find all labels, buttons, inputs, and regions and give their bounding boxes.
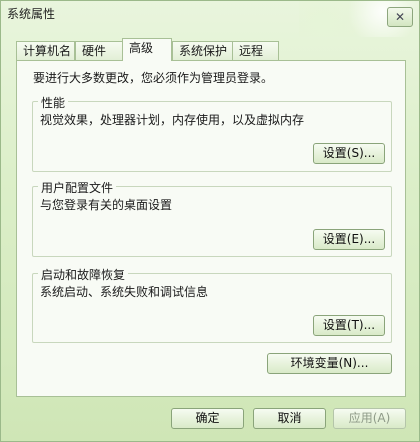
tab-advanced[interactable]: 高级: [122, 38, 172, 61]
tab-label: 硬件: [82, 44, 107, 58]
window-title: 系统属性: [7, 7, 56, 21]
startup-recovery-settings-button[interactable]: 设置(T)...: [313, 315, 385, 336]
system-properties-window: 系统属性 ✕ 计算机名 硬件 高级 系统保护 远程 要进行大多数更改，您必须作为…: [0, 0, 420, 442]
tab-label: 计算机名: [23, 44, 72, 58]
tab-system-protection[interactable]: 系统保护: [172, 41, 233, 60]
tab-remote[interactable]: 远程: [232, 41, 279, 60]
tab-computer-name[interactable]: 计算机名: [16, 41, 75, 60]
tab-label: 远程: [239, 44, 264, 58]
startup-recovery-group: 启动和故障恢复 系统启动、系统失败和调试信息 设置(T)...: [32, 266, 392, 343]
startup-recovery-description: 系统启动、系统失败和调试信息: [40, 285, 209, 299]
environment-variables-button[interactable]: 环境变量(N)...: [267, 353, 392, 374]
apply-button[interactable]: 应用(A): [333, 408, 406, 429]
performance-settings-button[interactable]: 设置(S)...: [313, 143, 385, 164]
performance-description: 视觉效果，处理器计划，内存使用，以及虚拟内存: [40, 113, 305, 127]
tab-hardware[interactable]: 硬件: [75, 41, 123, 60]
user-profiles-settings-button[interactable]: 设置(E)...: [313, 229, 385, 250]
performance-group: 性能 视觉效果，处理器计划，内存使用，以及虚拟内存 设置(S)...: [32, 94, 392, 172]
user-profiles-description: 与您登录有关的桌面设置: [40, 198, 173, 212]
user-profiles-group-title: 用户配置文件: [38, 179, 117, 196]
cancel-button[interactable]: 取消: [253, 408, 326, 429]
tab-label: 高级: [129, 41, 154, 55]
user-profiles-group: 用户配置文件 与您登录有关的桌面设置 设置(E)...: [32, 179, 392, 257]
ok-button[interactable]: 确定: [171, 408, 244, 429]
close-icon: ✕: [394, 10, 406, 24]
performance-group-title: 性能: [38, 94, 69, 111]
startup-recovery-group-title: 启动和故障恢复: [38, 266, 129, 283]
tab-label: 系统保护: [179, 44, 228, 58]
close-button[interactable]: ✕: [387, 7, 413, 27]
advanced-tab-panel: 要进行大多数更改，您必须作为管理员登录。 性能 视觉效果，处理器计划，内存使用，…: [16, 60, 406, 397]
admin-notice: 要进行大多数更改，您必须作为管理员登录。: [33, 71, 274, 85]
